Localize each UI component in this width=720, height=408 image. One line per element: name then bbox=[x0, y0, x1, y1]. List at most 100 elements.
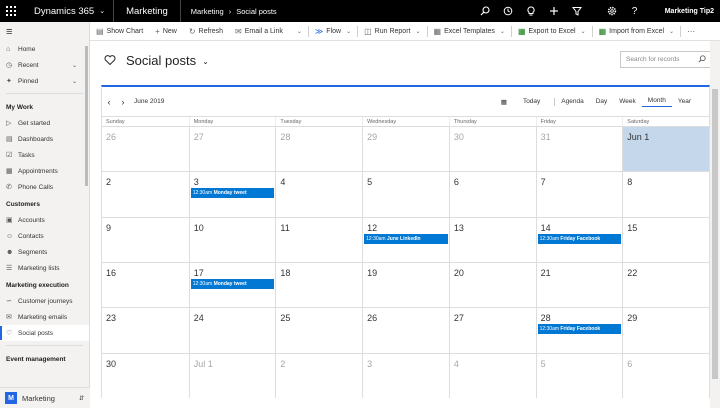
email-link-button[interactable]: ✉ Email a Link bbox=[229, 27, 289, 36]
app-name[interactable]: Marketing bbox=[114, 0, 181, 22]
export-excel-button[interactable]: ▦ Export to Excel ⌄ bbox=[512, 27, 592, 36]
plus-icon[interactable] bbox=[542, 6, 565, 17]
calendar-day-cell[interactable]: 21 bbox=[535, 261, 623, 308]
import-excel-button[interactable]: ▦ Import from Excel ⌄ bbox=[593, 27, 680, 36]
sidebar-item-tasks[interactable]: ☑ Tasks bbox=[0, 147, 89, 163]
calendar-day-cell[interactable]: 7 bbox=[535, 171, 623, 217]
calendar-day-cell[interactable]: 11 bbox=[275, 216, 363, 262]
sidebar-item-recent[interactable]: ◷ Recent ⌄ bbox=[0, 57, 89, 73]
search-input[interactable]: Search for records bbox=[620, 51, 712, 68]
calendar-event[interactable]: 12:30am June LinkedIn bbox=[364, 233, 448, 244]
calendar-day-cell[interactable]: 3 bbox=[362, 352, 449, 398]
sidebar-scrollbar[interactable] bbox=[85, 46, 88, 186]
run-report-button[interactable]: ◫ Run Report ⌄ bbox=[358, 27, 426, 36]
calendar-event[interactable]: 12:30am Monday tweet bbox=[190, 278, 275, 289]
calendar-day-cell[interactable]: 29 bbox=[622, 307, 709, 353]
calendar-event[interactable]: 12:30am Friday Facebook bbox=[537, 233, 622, 244]
hamburger-menu-icon[interactable]: ≡ bbox=[0, 22, 89, 41]
gear-icon[interactable] bbox=[600, 6, 623, 17]
calendar-day-cell[interactable]: 4 bbox=[275, 171, 363, 217]
calendar-day-cell[interactable]: 5 bbox=[362, 171, 449, 217]
sidebar-item-marketing-emails[interactable]: ✉ Marketing emails bbox=[0, 309, 89, 325]
today-button[interactable]: ▦ Today bbox=[489, 97, 556, 106]
filter-icon[interactable] bbox=[565, 6, 588, 17]
calendar-day-cell[interactable]: 19 bbox=[362, 261, 449, 308]
calendar-day-cell[interactable]: 26 bbox=[102, 126, 189, 172]
view-month[interactable]: Month bbox=[641, 97, 672, 107]
lightbulb-icon[interactable] bbox=[519, 6, 542, 17]
calendar-day-cell[interactable]: 12 12:30am June LinkedIn bbox=[362, 216, 449, 262]
excel-templates-button[interactable]: ▦ Excel Templates ⌄ bbox=[428, 27, 511, 36]
email-link-dropdown[interactable]: ⌄ bbox=[289, 28, 308, 35]
calendar-day-cell[interactable]: 9 bbox=[102, 216, 189, 262]
flow-button[interactable]: ≫ Flow ⌄ bbox=[309, 27, 357, 36]
brand-switcher[interactable]: Dynamics 365 ⌄ bbox=[22, 0, 115, 22]
sidebar-item-appointments[interactable]: ▦ Appointments bbox=[0, 163, 89, 179]
calendar-day-cell[interactable]: 6 bbox=[448, 171, 536, 217]
sidebar-item-accounts[interactable]: ▣ Accounts bbox=[0, 212, 89, 228]
show-chart-button[interactable]: ▤ Show Chart bbox=[90, 27, 149, 36]
view-agenda[interactable]: Agenda bbox=[555, 98, 589, 105]
view-selector[interactable]: Social posts ⌄ bbox=[126, 53, 209, 68]
calendar-day-cell[interactable]: 18 bbox=[275, 261, 363, 308]
task-flow-icon[interactable] bbox=[496, 6, 519, 17]
view-year[interactable]: Year bbox=[672, 98, 697, 105]
calendar-day-cell[interactable]: 24 bbox=[188, 307, 276, 353]
search-icon[interactable] bbox=[698, 55, 706, 63]
calendar-day-cell[interactable]: 13 bbox=[448, 216, 536, 262]
breadcrumb-item[interactable]: Social posts bbox=[236, 7, 276, 16]
calendar-day-cell[interactable]: 26 bbox=[362, 307, 449, 353]
calendar-day-cell[interactable]: 4 bbox=[448, 352, 536, 398]
sidebar-item-marketing-lists[interactable]: ☰ Marketing lists bbox=[0, 260, 89, 276]
next-month-button[interactable]: › bbox=[116, 97, 130, 107]
calendar-day-cell[interactable]: 20 bbox=[448, 261, 536, 308]
calendar-day-cell[interactable]: 27 bbox=[188, 126, 276, 172]
scrollbar-thumb[interactable] bbox=[712, 89, 718, 379]
sidebar-item-home[interactable]: ⌂ Home bbox=[0, 41, 89, 57]
calendar-day-cell[interactable]: 14 12:30am Friday Facebook bbox=[535, 216, 623, 262]
sidebar-item-segments[interactable]: ☻ Segments bbox=[0, 244, 89, 260]
calendar-day-cell[interactable]: 6 bbox=[622, 352, 709, 398]
calendar-day-cell[interactable]: 28 12:30am Friday Facebook bbox=[535, 307, 623, 353]
sidebar-item-social-posts[interactable]: ♡ Social posts bbox=[0, 325, 89, 341]
calendar-event[interactable]: 12:30am Monday tweet bbox=[190, 188, 275, 199]
calendar-day-cell[interactable]: Jul 1 bbox=[188, 352, 276, 398]
sidebar-item-customer-journeys[interactable]: ∽ Customer journeys bbox=[0, 293, 89, 309]
breadcrumb-item[interactable]: Marketing bbox=[191, 7, 224, 16]
refresh-button[interactable]: ↻ Refresh bbox=[183, 27, 229, 36]
area-switcher[interactable]: M Marketing ⇵ bbox=[0, 387, 90, 408]
sidebar-item-phone-calls[interactable]: ✆ Phone Calls bbox=[0, 179, 89, 195]
calendar-event[interactable]: 12:30am Friday Facebook bbox=[537, 324, 622, 335]
calendar-day-cell[interactable]: 2 bbox=[102, 171, 189, 217]
previous-month-button[interactable]: ‹ bbox=[102, 97, 116, 107]
user-name[interactable]: Marketing Tip2 bbox=[665, 0, 714, 22]
calendar-day-cell[interactable]: 10 bbox=[188, 216, 276, 262]
calendar-day-cell[interactable]: 15 bbox=[622, 216, 709, 262]
calendar-day-cell[interactable]: 31 bbox=[535, 126, 623, 172]
calendar-day-cell[interactable]: 22 bbox=[622, 261, 709, 308]
calendar-day-cell[interactable]: 3 12:30am Monday tweet bbox=[188, 171, 276, 217]
calendar-day-cell[interactable]: 23 bbox=[102, 307, 189, 353]
view-week[interactable]: Week bbox=[613, 98, 642, 105]
calendar-day-cell[interactable]: 16 bbox=[102, 261, 189, 308]
calendar-day-cell[interactable]: 30 bbox=[448, 126, 536, 172]
calendar-day-cell[interactable]: 29 bbox=[362, 126, 449, 172]
calendar-day-cell[interactable]: 17 12:30am Monday tweet bbox=[188, 261, 276, 308]
sidebar-item-contacts[interactable]: ☺ Contacts bbox=[0, 228, 89, 244]
app-launcher-icon[interactable] bbox=[0, 0, 22, 22]
main-scrollbar[interactable] bbox=[710, 41, 720, 408]
calendar-day-cell[interactable]: 30 bbox=[102, 352, 189, 398]
calendar-day-cell[interactable]: 8 bbox=[622, 171, 709, 217]
calendar-day-cell[interactable]: 28 bbox=[275, 126, 363, 172]
sidebar-item-pinned[interactable]: ✦ Pinned ⌄ bbox=[0, 73, 89, 89]
view-day[interactable]: Day bbox=[590, 98, 614, 105]
calendar-day-cell[interactable]: Jun 1 bbox=[622, 126, 709, 172]
more-commands-button[interactable]: ⋯ bbox=[681, 27, 701, 36]
calendar-day-cell[interactable]: 27 bbox=[448, 307, 536, 353]
help-icon[interactable]: ? bbox=[623, 6, 646, 17]
new-button[interactable]: + New bbox=[149, 27, 183, 36]
sidebar-item-get-started[interactable]: ▷ Get started bbox=[0, 115, 89, 131]
calendar-day-cell[interactable]: 5 bbox=[535, 352, 623, 398]
search-icon[interactable] bbox=[473, 6, 496, 17]
sidebar-item-dashboards[interactable]: ▤ Dashboards bbox=[0, 131, 89, 147]
